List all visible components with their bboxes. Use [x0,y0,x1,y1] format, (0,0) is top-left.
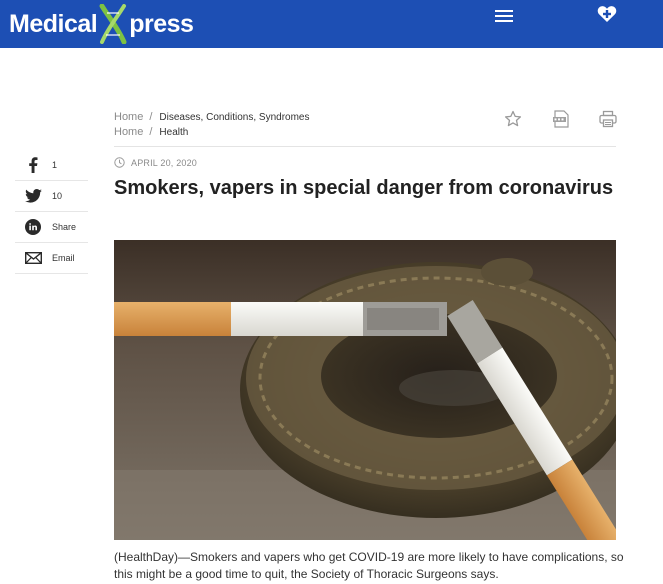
linkedin-icon [24,218,42,236]
facebook-icon [24,156,42,174]
logo-x-helix [98,3,128,45]
site-header: Medical press [0,0,663,48]
favorite-star-icon[interactable] [504,110,522,128]
header-divider [114,146,616,147]
hamburger-menu-icon[interactable] [495,10,513,24]
pdf-icon[interactable] [553,110,571,128]
share-facebook-count: 1 [52,160,58,170]
share-linkedin-button[interactable]: Share [15,212,88,243]
breadcrumb-category-link[interactable]: Diseases, Conditions, Syndromes [159,110,309,125]
article-date-text: APRIL 20, 2020 [131,157,198,168]
article-image [114,240,616,540]
print-icon[interactable] [599,110,617,128]
share-facebook-button[interactable]: 1 [15,150,88,181]
share-linkedin-label: Share [52,222,77,232]
share-twitter-button[interactable]: 10 [15,181,88,212]
clock-icon [114,157,125,168]
share-twitter-count: 10 [52,191,63,201]
share-email-button[interactable]: Email [15,243,88,274]
share-sidebar: 1 10 Share Email [15,150,88,274]
breadcrumb-row: Home / Diseases, Conditions, Syndromes [114,110,309,125]
article-date: APRIL 20, 2020 [114,157,197,168]
heart-plus-icon[interactable] [597,5,619,25]
breadcrumb-separator: / [149,126,153,138]
article-title: Smokers, vapers in special danger from c… [114,177,614,199]
share-email-label: Email [52,253,75,263]
breadcrumb-category-link[interactable]: Health [159,125,188,140]
breadcrumb-separator: / [149,111,153,123]
twitter-icon [24,187,42,205]
breadcrumb-home-link[interactable]: Home [114,110,143,125]
article-lead: (HealthDay)—Smokers and vapers who get C… [114,550,624,581]
breadcrumb-row: Home / Health [114,125,309,140]
email-icon [24,249,42,267]
breadcrumb: Home / Diseases, Conditions, Syndromes H… [114,110,309,140]
breadcrumb-home-link[interactable]: Home [114,125,143,140]
logo-text-left: Medical [9,9,98,38]
logo-text-right: press [129,9,194,38]
site-logo[interactable]: Medical press [9,3,194,45]
